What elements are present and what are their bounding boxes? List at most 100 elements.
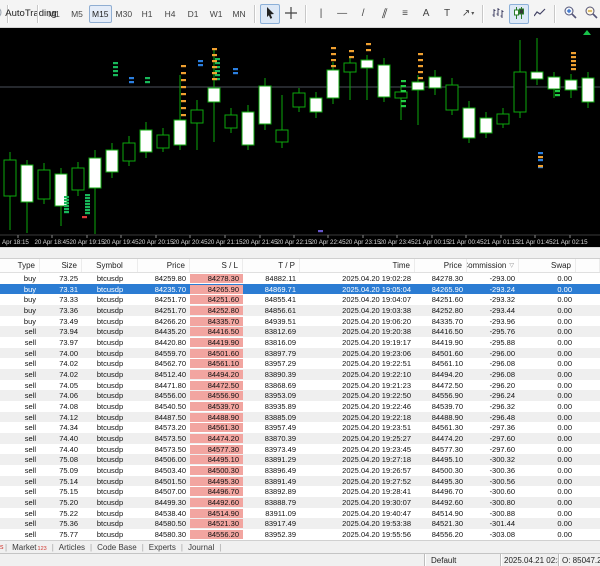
trade-row-sell-75.22[interactable]: sell 75.22 btcusdp 84538.40 84514.90 83911.09… [0,508,600,519]
toolbar-separator [254,4,257,23]
trade-row-sell-74.00[interactable]: sell 74.00 btcusdp 84559.70 84501.60 83897.79… [0,347,600,359]
trade-row-sell-74.06[interactable]: sell 74.06 btcusdp 84556.00 84556.90 83953.09… [0,390,600,402]
column-header-price[interactable]: Price [415,259,467,272]
zoom-in-button[interactable] [560,4,580,24]
column-header-type[interactable]: Type [0,259,40,272]
close-price-cell: 84521.30 [431,519,463,529]
column-header-s-l[interactable]: S / L [190,259,243,272]
timeframe-button-d1[interactable]: D1 [182,5,204,23]
trade-row-sell-75.20[interactable]: sell 75.20 btcusdp 84499.30 84492.60 83888.79… [0,497,600,508]
size-cell: 74.06 [59,391,78,401]
timeframe-button-h1[interactable]: H1 [136,5,158,23]
candlestick-mode-button[interactable] [509,3,530,24]
column-header-symbol[interactable]: Symbol [82,259,138,272]
trade-row-buy-73.33[interactable]: buy 73.33 btcusdp 84251.70 84251.60 84855.41 2… [0,294,600,305]
timeframe-button-h4[interactable]: H4 [159,5,181,23]
shapes-dropdown-button[interactable]: ↗ ▾ [458,4,478,24]
symbol-cell: btcusdp [96,519,124,529]
trade-marker [555,94,560,97]
trade-row-sell-74.34[interactable]: sell 74.34 btcusdp 84573.20 84561.30 83957.49… [0,422,600,433]
toolbox-tab-code-base[interactable]: Code Base [92,541,142,553]
trade-row-buy-73.31[interactable]: buy 73.31 btcusdp 84235.70 84265.90 84869.71 2… [0,283,600,295]
open-price-cell: 84573.50 [154,433,186,443]
commission-cell: -293.24 [489,284,515,294]
trade-marker [571,56,576,59]
column-header-size[interactable]: Size [40,259,82,272]
trade-row-buy-73.25[interactable]: buy 73.25 btcusdp 84259.80 84278.30 84882.11 2… [0,273,600,284]
price-chart[interactable]: Apr 18:15 20 Apr 18:45 20 Apr 19:15 20 Apr … [0,28,600,247]
stop-loss-cell: 84521.30 [190,519,243,529]
column-header-swap[interactable]: Swap [519,259,576,272]
label-tool-button[interactable]: T [437,4,457,24]
zoom-out-button[interactable] [581,4,600,24]
text-tool-button[interactable]: A [416,4,436,24]
line-chart-mode-button[interactable] [530,4,550,24]
column-header-t-p[interactable]: T / P [243,259,300,272]
fibonacci-tool-button[interactable]: ≡ [395,4,415,24]
trade-row-sell-74.02[interactable]: sell 74.02 btcusdp 84512.40 84494.20 83890.39… [0,369,600,380]
bar-chart-mode-button[interactable] [488,4,508,24]
trade-row-sell-74.02[interactable]: sell 74.02 btcusdp 84562.70 84561.10 83957.29… [0,358,600,369]
trade-marker [571,68,576,71]
trade-row-sell-74.12[interactable]: sell 74.12 btcusdp 84487.50 84488.90 83885.09… [0,411,600,423]
timeframe-button-m30[interactable]: M30 [113,5,136,23]
trendline-tool-button[interactable]: / [353,4,373,24]
trade-row-sell-75.08[interactable]: sell 75.08 btcusdp 84506.00 84495.10 83891.29… [0,454,600,466]
trade-marker [181,107,186,110]
take-profit-cell: 84856.61 [264,305,296,315]
time-cell: 2025.04.20 19:55:56 [342,529,411,539]
time-cell: 2025.04.20 19:22:46 [342,401,411,411]
autotrading-button[interactable]: AutoTrading [0,4,57,24]
trade-row-sell-74.05[interactable]: sell 74.05 btcusdp 84471.80 84472.50 83868.69… [0,380,600,391]
trade-row-buy-73.36[interactable]: buy 73.36 btcusdp 84251.70 84252.80 84856.61 2… [0,305,600,316]
trade-marker [212,72,217,75]
toolbox-tab-market[interactable]: Market 123 [7,541,52,553]
trade-row-sell-73.94[interactable]: sell 73.94 btcusdp 84435.20 84416.50 83812.69… [0,326,600,338]
toolbox-tab-experts[interactable]: Experts [144,541,181,553]
trade-row-sell-74.08[interactable]: sell 74.08 btcusdp 84540.50 84539.70 83935.89… [0,401,600,412]
trade-row-sell-75.15[interactable]: sell 75.15 btcusdp 84507.00 84496.70 83892.89… [0,486,600,497]
time-axis-label: 20 Apr 19:45 [103,239,139,246]
timeframe-button-m1[interactable]: M1 [43,5,65,23]
trade-row-sell-75.14[interactable]: sell 75.14 btcusdp 84501.50 84495.30 83891.49… [0,475,600,487]
trade-marker [181,93,186,96]
toolbox-tab-articles[interactable]: Articles [54,541,90,553]
timeframe-button-mn[interactable]: MN [228,5,250,23]
panel-divider [0,247,600,258]
trade-table: buy 73.25 btcusdp 84259.80 84278.30 84882.11 2… [0,273,600,540]
trade-row-sell-75.77[interactable]: sell 75.77 btcusdp 84580.30 84556.20 83952.39… [0,529,600,540]
trade-table-header: TypeSizeSymbolPriceS / LT / PTimePriceCo… [0,258,600,273]
column-header-price[interactable]: Price [138,259,190,272]
timeframe-button-w1[interactable]: W1 [205,5,227,23]
trade-marker [215,70,220,73]
trade-marker [233,68,238,71]
trade-row-sell-73.97[interactable]: sell 73.97 btcusdp 84420.80 84419.90 83816.09… [0,337,600,348]
tab-count-badge: 123 [37,546,47,552]
trade-marker [113,66,118,69]
trade-row-sell-74.40[interactable]: sell 74.40 btcusdp 84573.50 84474.20 83870.39… [0,433,600,444]
trade-row-buy-73.49[interactable]: buy 73.49 btcusdp 84266.20 84335.70 84939.51 2… [0,316,600,327]
time-axis-label: 20 Apr 21:45 [242,239,278,246]
toolbox-tab-journal[interactable]: Journal [183,541,219,553]
column-header-time[interactable]: Time [300,259,415,272]
column-header-commission[interactable]: Commission▽ [467,259,519,272]
cursor-tool-button[interactable] [260,3,281,24]
horizontal-line-tool-button[interactable]: — [332,4,352,24]
trade-row-sell-75.36[interactable]: sell 75.36 btcusdp 84580.50 84521.30 83917.49… [0,518,600,530]
take-profit-cell: 83885.09 [264,412,296,422]
type-cell: sell [24,380,36,390]
trade-row-sell-74.40[interactable]: sell 74.40 btcusdp 84573.50 84577.30 83973.49… [0,444,600,455]
crosshair-tool-button[interactable] [281,4,301,24]
commission-cell: -296.48 [489,412,515,422]
trade-marker [64,196,69,199]
time-axis-label: 21 Apr 00:45 [448,239,484,246]
profile-segment[interactable]: Default [424,554,500,566]
timeframe-group: M1 M5 M15 M30 H1 H4 D1 W1 MN [43,4,250,23]
trade-row-sell-75.09[interactable]: sell 75.09 btcusdp 84503.40 84500.30 83896.49… [0,465,600,476]
timeframe-button-m15[interactable]: M15 [89,4,112,23]
timeframe-button-m5[interactable]: M5 [66,5,88,23]
vertical-line-tool-button[interactable]: | [311,4,331,24]
time-cell: 2025.04.20 19:06:20 [342,316,411,326]
trade-marker [418,65,423,68]
channel-tool-button[interactable]: ∥ [374,4,394,24]
